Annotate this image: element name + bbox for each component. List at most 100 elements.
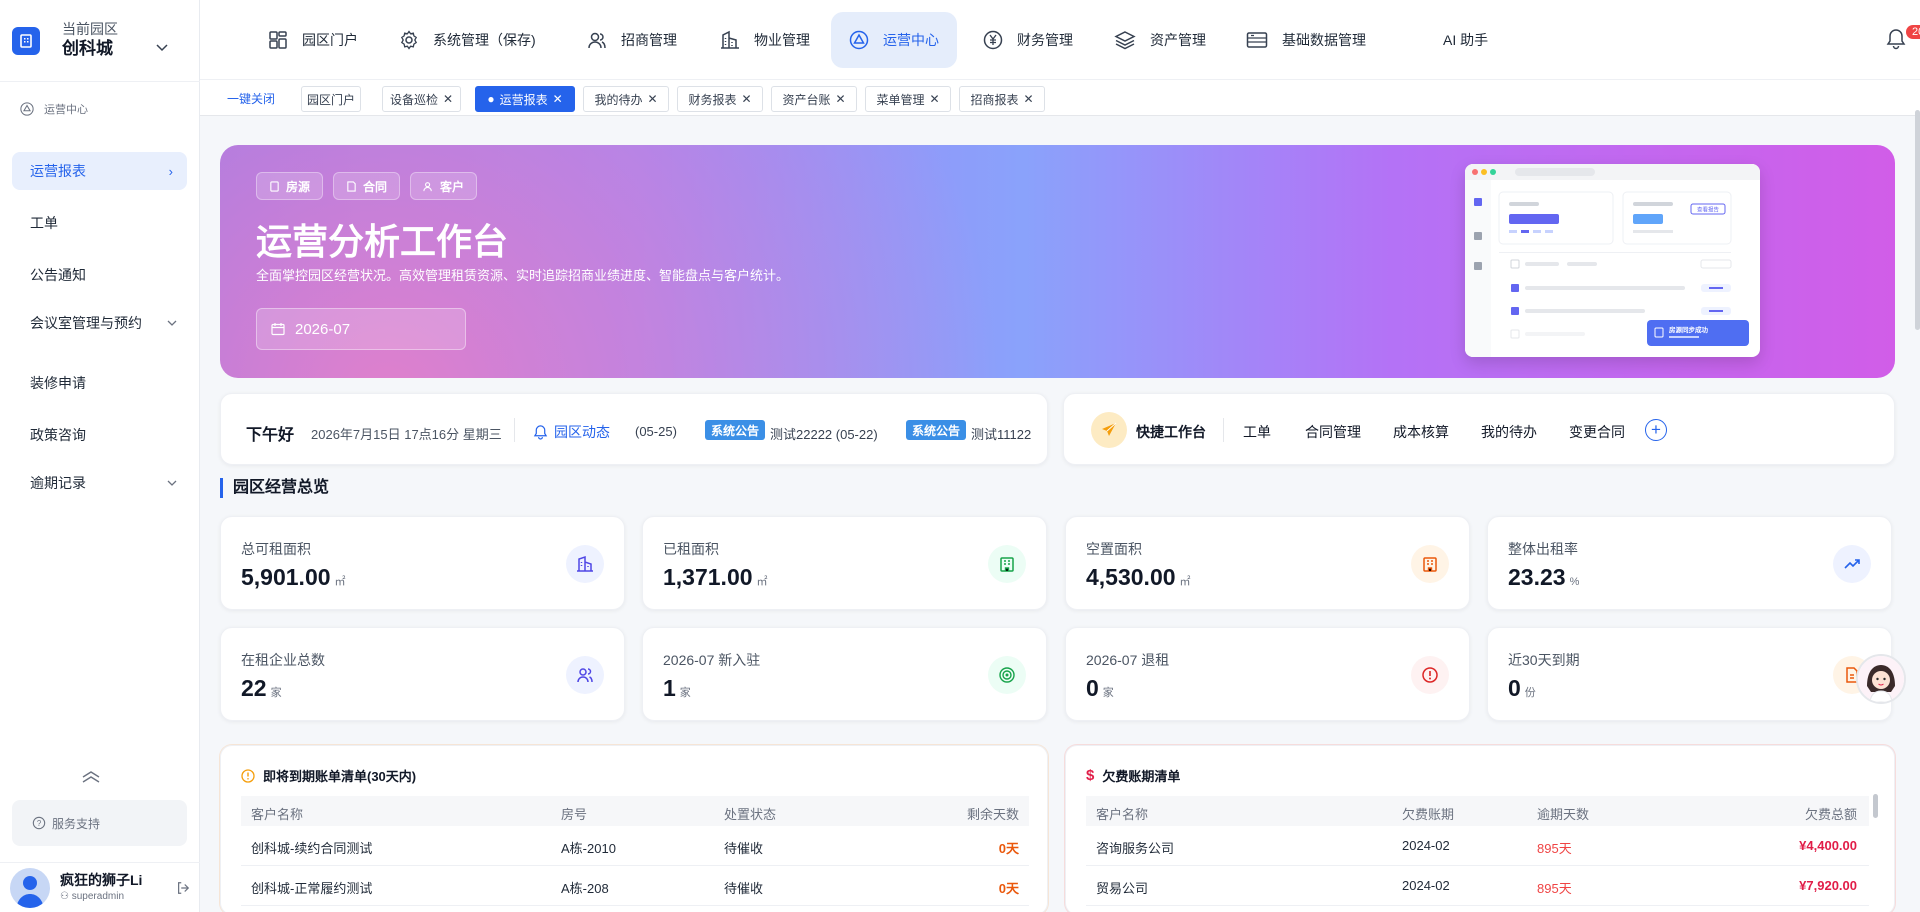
sidebar-item-ops-report[interactable]: 运营报表 › — [12, 152, 187, 190]
tab-portal[interactable]: 园区门户 — [301, 86, 361, 112]
arrears-card: $ 欠费账期清单 客户名称 欠费账期 逾期天数 欠费总额 咨询服务公司 2024… — [1065, 745, 1895, 912]
nav-item-assets[interactable]: 资产管理 — [1096, 12, 1224, 68]
notice-item[interactable]: 测试11122 — [971, 424, 1041, 443]
module-title: 运营中心 — [20, 101, 88, 117]
nav-item-property[interactable]: 物业管理 — [702, 12, 828, 68]
quick-link-contract[interactable]: 合同管理 — [1305, 422, 1361, 442]
cell-period: 2024-02 — [1402, 838, 1450, 853]
nav-label: 财务管理 — [1017, 32, 1073, 48]
nav-item-portal[interactable]: 园区门户 — [250, 12, 376, 68]
quick-link-todo[interactable]: 我的待办 — [1481, 422, 1537, 442]
cell-customer: 咨询服务公司 — [1096, 841, 1175, 856]
quick-link-change-contract[interactable]: 变更合同 — [1569, 422, 1625, 442]
sidebar: 当前园区 创科城 运营中心 运营报表 › 工单 公告通知 会议室管理与预约 装修… — [0, 0, 200, 912]
park-news-link[interactable]: 园区动态 — [533, 422, 610, 442]
add-shortcut-button[interactable]: + — [1645, 419, 1667, 441]
stat-card-expiring: 近30天到期 0份 — [1487, 627, 1892, 721]
nav-item-ai[interactable]: AI 助手 — [1425, 12, 1506, 68]
close-icon[interactable]: ✕ — [443, 92, 453, 106]
tab-ops-report[interactable]: ● 运营报表 ✕ — [475, 86, 575, 112]
quick-link-cost[interactable]: 成本核算 — [1393, 422, 1449, 442]
sidebar-item-renovation[interactable]: 装修申请 — [12, 364, 187, 402]
sidebar-item-label: 政策咨询 — [30, 427, 86, 443]
nav-label: 招商管理 — [621, 32, 677, 48]
table-row[interactable]: 创科城-正常履约测试 A栋-208 待催收 0天 — [241, 866, 1029, 906]
column-header: 客户名称 — [1096, 807, 1149, 822]
stat-label: 2026-07 退租 — [1086, 652, 1170, 668]
nav-item-system[interactable]: 系统管理（保存) — [381, 12, 554, 68]
chevron-right-icon: › — [168, 163, 173, 179]
expiring-title-text: 即将到期账单清单(30天内) — [263, 769, 417, 784]
nav-item-investment[interactable]: 招商管理 — [569, 12, 695, 68]
sidebar-item-policy[interactable]: 政策咨询 — [12, 416, 187, 454]
nav-item-basedata[interactable]: 基础数据管理 — [1228, 12, 1384, 68]
sidebar-item-workorder[interactable]: 工单 — [12, 204, 187, 242]
triangle-icon — [849, 30, 869, 50]
page-scrollbar[interactable] — [1915, 110, 1920, 330]
close-icon[interactable]: ✕ — [741, 92, 751, 106]
notice-item[interactable]: 测试22222 (05-22) — [770, 424, 878, 443]
help-icon: ? — [32, 816, 46, 830]
cell-amount: ¥7,920.00 — [1799, 878, 1857, 893]
stat-card-tenants: 在租企业总数 22 家 — [220, 627, 625, 721]
close-icon[interactable]: ✕ — [929, 92, 939, 106]
support-button[interactable]: ? 服务支持 — [12, 800, 187, 846]
column-header: 处置状态 — [724, 807, 777, 822]
building-icon — [1411, 545, 1449, 583]
close-all-tabs-button[interactable]: 一键关闭 — [227, 90, 275, 107]
tab-label: 我的待办 — [594, 92, 643, 107]
quick-link-workorder[interactable]: 工单 — [1243, 422, 1271, 442]
building-icon — [988, 545, 1026, 583]
notification-bell[interactable]: 20 — [1886, 25, 1920, 55]
close-icon[interactable]: ✕ — [647, 92, 657, 106]
building-icon — [566, 545, 604, 583]
users-icon — [423, 181, 432, 191]
nav-item-finance[interactable]: 财务管理 — [965, 12, 1091, 68]
table-row[interactable]: 咨询服务公司 2024-02 895天 ¥4,400.00 — [1086, 826, 1869, 866]
stat-value: 23.23 — [1508, 564, 1566, 590]
park-selector[interactable]: 当前园区 创科城 — [0, 0, 200, 82]
stat-value: 4,530.00 — [1086, 564, 1176, 590]
sidebar-item-meeting[interactable]: 会议室管理与预约 — [12, 304, 187, 342]
chip-customer[interactable]: 客户 — [410, 172, 478, 200]
nav-item-operations[interactable]: 运营中心 — [831, 12, 957, 68]
chip-house[interactable]: 房源 — [256, 172, 324, 200]
logout-icon[interactable] — [176, 881, 190, 900]
section-title: 园区经营总览 — [220, 478, 329, 498]
tab-label: 资产台账 — [782, 92, 831, 107]
building-icon — [721, 30, 739, 49]
column-header: 欠费账期 — [1402, 807, 1455, 822]
tab-bar: 一键关闭 园区门户 设备巡检 ✕ ● 运营报表 ✕ 我的待办 ✕ 财务报表 ✕ 资产台账 ✕… — [200, 80, 1920, 116]
table-row[interactable]: 创科城-续约合同测试 A栋-2010 待催收 0天 — [241, 826, 1029, 866]
close-icon[interactable]: ✕ — [835, 92, 845, 106]
tab-label: 菜单管理 — [876, 92, 925, 107]
sidebar-item-label: 逾期记录 — [30, 475, 86, 491]
tab-inspection[interactable]: 设备巡检 ✕ — [382, 86, 461, 112]
tab-menu[interactable]: 菜单管理 ✕ — [865, 86, 951, 112]
sidebar-item-notice[interactable]: 公告通知 — [12, 256, 187, 294]
gear-icon — [400, 30, 418, 50]
chevron-down-icon[interactable] — [156, 40, 168, 55]
chip-contract[interactable]: 合同 — [333, 172, 401, 200]
month-picker[interactable]: 2026-07 — [256, 308, 466, 350]
sidebar-item-overdue[interactable]: 逾期记录 — [12, 464, 187, 502]
chip-label: 合同 — [363, 179, 388, 194]
cell-overdue-days: 895天 — [1537, 841, 1572, 856]
tab-invest-report[interactable]: 招商报表 ✕ — [959, 86, 1045, 112]
tab-finance-report[interactable]: 财务报表 ✕ — [677, 86, 763, 112]
top-nav: 园区门户 系统管理（保存) 招商管理 物业管理 运营中心 财务管理 资产管理 基… — [200, 0, 1920, 80]
list-scrollbar[interactable] — [1873, 794, 1878, 818]
avatar[interactable] — [10, 867, 50, 908]
tab-label: 园区门户 — [306, 92, 355, 107]
tab-todo[interactable]: 我的待办 ✕ — [583, 86, 669, 112]
tab-asset-ledger[interactable]: 资产台账 ✕ — [771, 86, 857, 112]
collapse-icon[interactable] — [80, 770, 102, 787]
stat-unit: ㎡ — [334, 576, 346, 588]
close-icon[interactable]: ✕ — [1023, 92, 1033, 106]
close-icon[interactable]: ✕ — [553, 92, 563, 106]
stat-value: 1 — [663, 675, 676, 701]
stat-label: 整体出租率 — [1508, 541, 1578, 557]
nav-label: 资产管理 — [1150, 32, 1206, 48]
table-row[interactable]: 贸易公司 2024-02 895天 ¥7,920.00 — [1086, 866, 1869, 906]
ai-assistant-avatar[interactable] — [1856, 654, 1906, 704]
